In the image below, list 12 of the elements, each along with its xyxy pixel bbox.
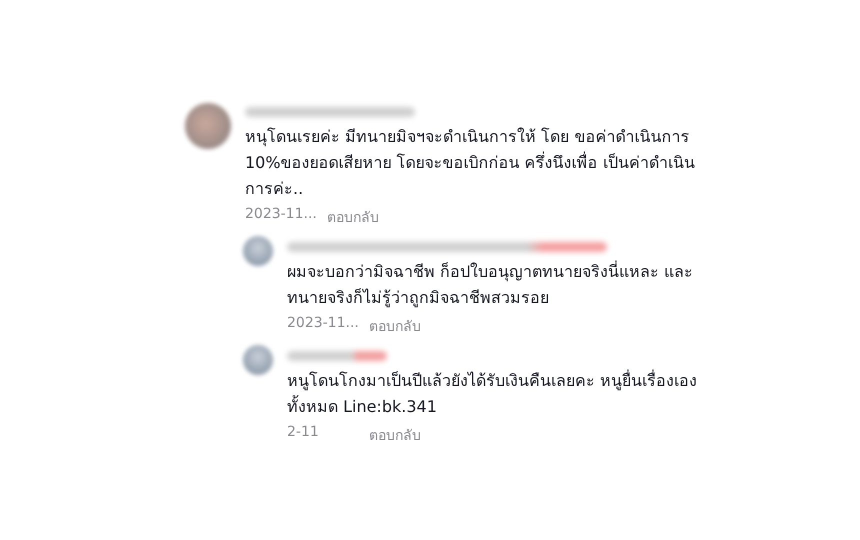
comment-date: 2023-11... (245, 206, 317, 224)
reply-link[interactable]: ตอบกลับ (327, 206, 379, 228)
reply-date: 2023-11... (287, 315, 359, 333)
avatar[interactable] (243, 236, 273, 266)
reply-link[interactable]: ตอบกลับ (369, 424, 421, 446)
comment-text: หนุโดนเรยค่ะ มีทนายมิจฯจะดำเนินการให้ โดย ขอค่าดำเนินการ 10%ของยอดเสียหาย โดยจะขอเบิกก่อน ครึ่งนึงเพื่อ เป็นค่าดำเนินการค่ะ.. (245, 126, 696, 200)
reply-link[interactable]: ตอบกลับ (369, 315, 421, 337)
avatar[interactable] (185, 103, 231, 149)
reply-date: 2-11 (287, 424, 320, 442)
reply-text: หนูโดนโกงมาเป็นปีแล้วยังได้รับเงินคืนเลยคะ หนูยื่นเรื่องเองทั้งหมด Line:bk.341 (287, 368, 698, 418)
reply-text: ผมจะบอกว่ามิจฉาชีพ ก็อปใบอนุญาตทนายจริงนี่แหละ และทนายจริงก็ไม่รู้ว่าถูกมิจฉาชีพสวมรอย (287, 260, 694, 310)
avatar[interactable] (243, 345, 273, 375)
